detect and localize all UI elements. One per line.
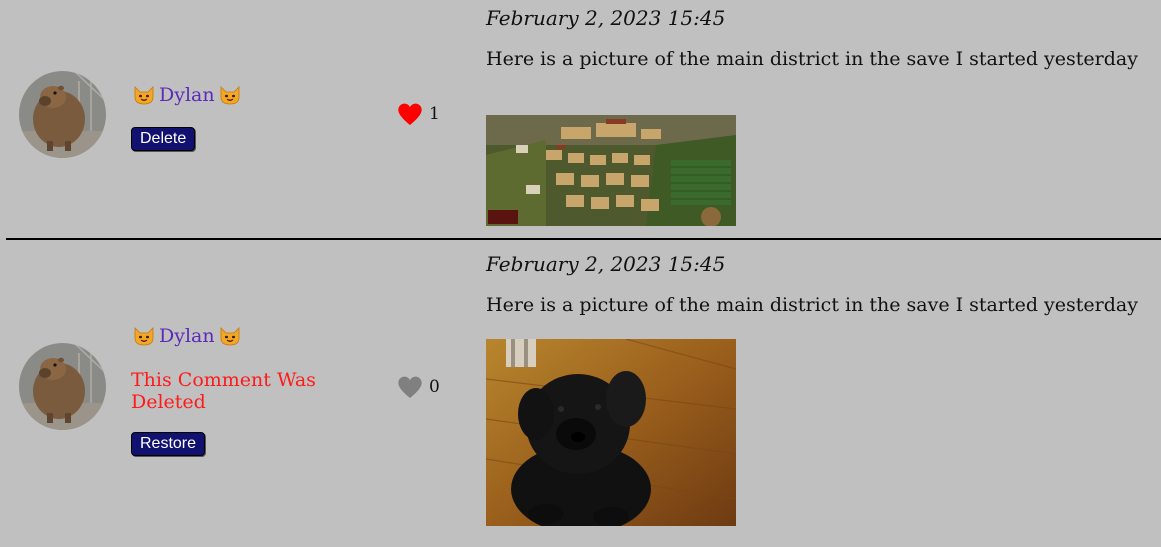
comment-body: Here is a picture of the main district i… [486, 48, 1138, 70]
author-label[interactable]: Dylan [159, 84, 215, 106]
cat-face-icon [133, 326, 155, 346]
author-label[interactable]: Dylan [159, 325, 215, 347]
cat-face-icon [219, 85, 241, 105]
like-control: 0 [397, 374, 440, 400]
comment-timestamp: February 2, 2023 15:45 [486, 6, 726, 30]
deleted-notice: This Comment Was Deleted [131, 369, 316, 413]
like-count: 1 [429, 104, 440, 124]
delete-button[interactable]: Delete [131, 127, 196, 151]
puppy-photo-image[interactable] [486, 339, 736, 526]
capybara-avatar-image [19, 71, 106, 158]
author-name[interactable]: Dylan [133, 84, 241, 106]
avatar[interactable] [19, 71, 106, 158]
city-screenshot-image[interactable] [486, 115, 736, 226]
author-name[interactable]: Dylan [133, 325, 241, 347]
like-control: 1 [397, 101, 440, 127]
comment-timestamp: February 2, 2023 15:45 [486, 252, 726, 276]
comment-card: Dylan Delete 1 February 2, 2023 15:45 He… [0, 0, 1161, 238]
cat-face-icon [133, 85, 155, 105]
comment-card: Dylan This Comment Was Deleted Restore 0… [0, 240, 1161, 547]
avatar[interactable] [19, 343, 106, 430]
comment-body: Here is a picture of the main district i… [486, 294, 1138, 316]
cat-face-icon [219, 326, 241, 346]
restore-button[interactable]: Restore [131, 432, 206, 456]
like-count: 0 [429, 377, 440, 397]
capybara-avatar-image [19, 343, 106, 430]
heart-liked-icon[interactable] [397, 101, 423, 127]
heart-unliked-icon[interactable] [397, 374, 423, 400]
